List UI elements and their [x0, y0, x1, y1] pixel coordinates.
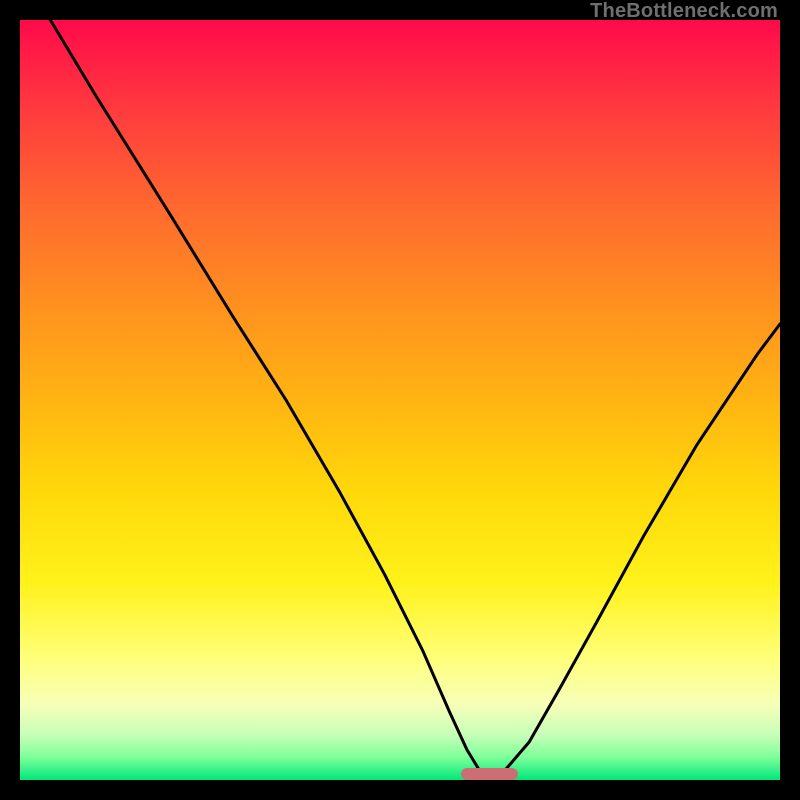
- chart-frame: TheBottleneck.com: [0, 0, 800, 800]
- optimum-marker: [461, 768, 518, 780]
- watermark-text: TheBottleneck.com: [590, 0, 778, 23]
- bottleneck-curve: [20, 20, 780, 780]
- plot-area: [20, 20, 780, 780]
